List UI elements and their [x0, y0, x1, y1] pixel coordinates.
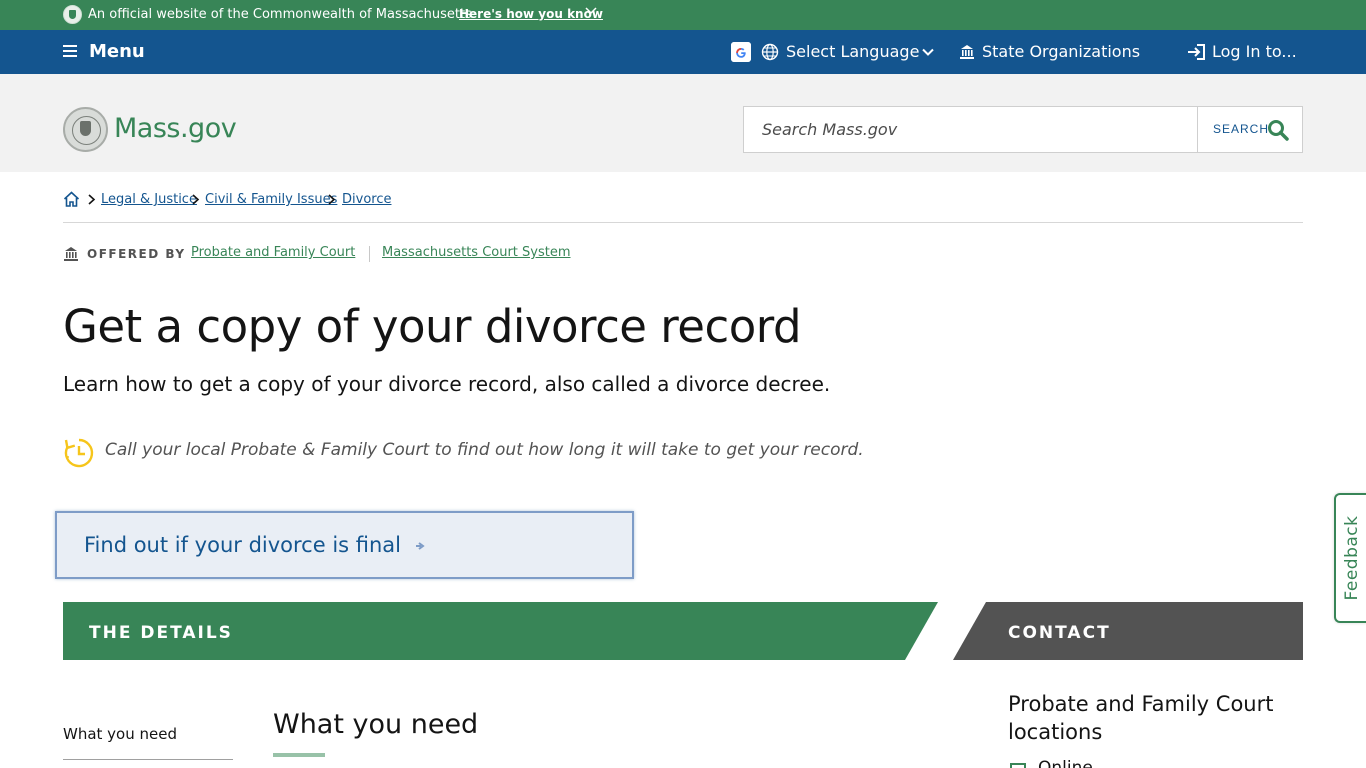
chevron-down-icon [585, 7, 597, 15]
mass-seal-icon[interactable] [63, 107, 108, 152]
heading-underline [273, 753, 325, 757]
details-section-header: THE DETAILS [63, 602, 938, 660]
contact-section-label: CONTACT [1008, 623, 1111, 643]
divider [369, 246, 370, 262]
details-section-label: THE DETAILS [89, 623, 233, 643]
chevron-down-icon [922, 48, 934, 56]
login-icon [1188, 44, 1205, 60]
breadcrumb-divorce[interactable]: Divorce [342, 192, 391, 207]
search-icon [1268, 120, 1289, 141]
toc-link-what-you-need[interactable]: What you need [63, 725, 177, 743]
divorce-final-link[interactable]: Find out if your divorce is final [84, 533, 401, 557]
search-button[interactable]: SEARCH [1199, 107, 1302, 152]
contact-online-label: Online [1038, 758, 1093, 768]
page-lede: Learn how to get a copy of your divorce … [63, 372, 831, 396]
official-banner-text: An official website of the Commonwealth … [88, 7, 472, 22]
seal-icon [63, 5, 82, 24]
site-header: Mass.gov SEARCH [0, 74, 1366, 172]
home-icon[interactable] [63, 191, 80, 208]
menu-label: Menu [89, 41, 145, 62]
site-search: SEARCH [743, 106, 1303, 153]
divorce-final-link-box[interactable]: Find out if your divorce is final [55, 511, 634, 579]
search-button-label: SEARCH [1213, 122, 1270, 136]
contact-section-header: CONTACT [953, 602, 1303, 660]
contact-bar-shape [953, 602, 1303, 660]
clock-icon [64, 438, 94, 468]
contact-title: Probate and Family Court locations [1008, 692, 1274, 744]
utility-nav: Menu Select Language State Organizations… [0, 30, 1366, 74]
building-icon [64, 247, 78, 261]
online-icon [1010, 763, 1026, 768]
google-translate-icon [731, 42, 751, 62]
section-heading: What you need [273, 709, 479, 740]
state-organizations-button[interactable]: State Organizations [982, 42, 1140, 61]
site-logo-text[interactable]: Mass.gov [114, 113, 237, 144]
offered-by-court-system-link[interactable]: Massachusetts Court System [382, 245, 571, 260]
hamburger-icon [63, 45, 77, 57]
chevron-right-icon [88, 194, 96, 205]
offered-by-label: OFFERED BY [87, 247, 186, 261]
feedback-tab[interactable]: Feedback [1334, 493, 1366, 623]
breadcrumb-divider [63, 222, 1303, 223]
chevron-right-icon [328, 194, 336, 205]
breadcrumb-civil-family[interactable]: Civil & Family Issues [205, 192, 337, 207]
arrow-right-icon [416, 542, 425, 550]
breadcrumb-legal-justice[interactable]: Legal & Justice [101, 192, 197, 207]
offered-by-probate-court-link[interactable]: Probate and Family Court [191, 245, 355, 260]
login-button[interactable]: Log In to... [1212, 42, 1297, 61]
official-banner: An official website of the Commonwealth … [0, 0, 1366, 30]
toc-divider [63, 759, 233, 760]
page-title: Get a copy of your divorce record [63, 300, 802, 353]
search-input[interactable] [744, 107, 1198, 152]
select-language-button[interactable]: Select Language [786, 42, 919, 61]
feedback-label: Feedback [1342, 515, 1362, 601]
state-building-icon [960, 45, 974, 59]
chevron-right-icon [192, 194, 200, 205]
how-you-know-link[interactable]: Here's how you know [459, 7, 603, 21]
globe-icon [761, 43, 779, 61]
time-note: Call your local Probate & Family Court t… [105, 440, 864, 460]
